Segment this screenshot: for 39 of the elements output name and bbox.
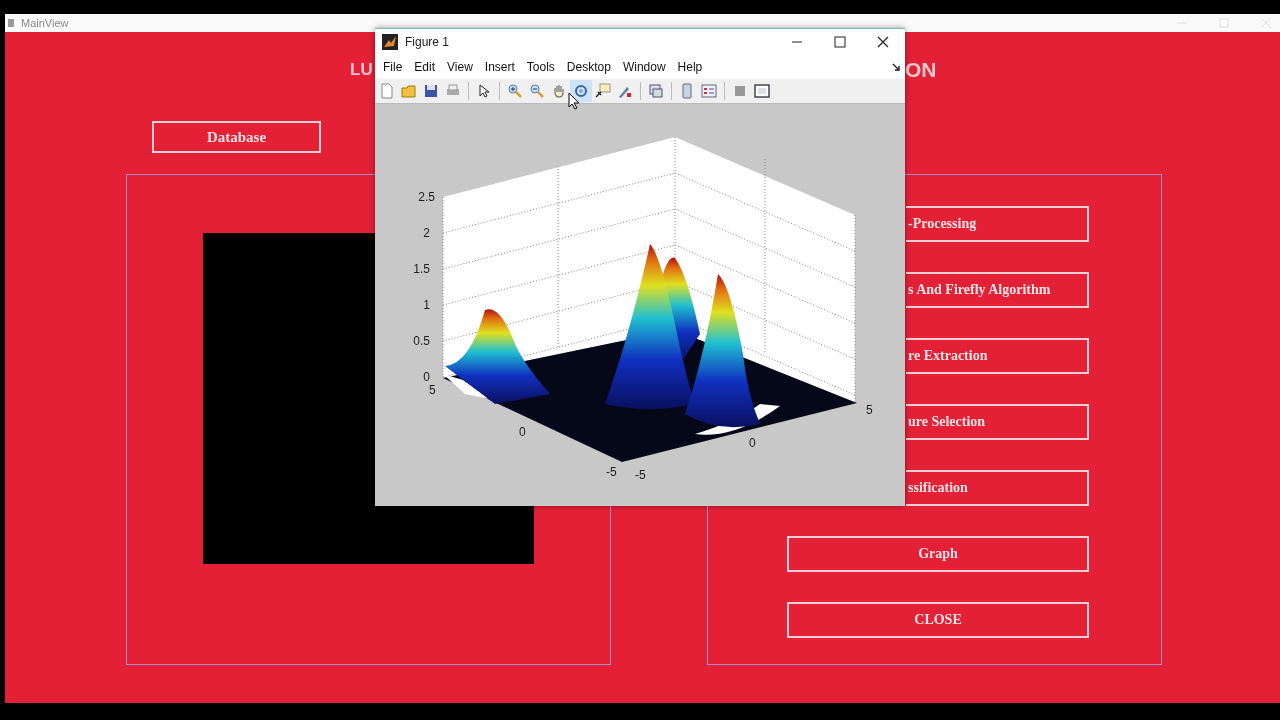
database-button[interactable]: Database [152, 121, 321, 153]
menu-item[interactable]: Window [616, 60, 672, 74]
axis-tick-label: 1 [423, 298, 430, 312]
axis-tick-label: 1.5 [413, 262, 430, 276]
app-title: ON [905, 58, 937, 82]
app-icon [382, 34, 398, 50]
axis-tick-label: 0 [749, 436, 756, 450]
axis-tick-label: 5 [866, 403, 873, 417]
axis-tick-label: 2.5 [418, 190, 435, 204]
axis-tick-label: 5 [429, 383, 436, 397]
menu-item[interactable]: Help [671, 60, 709, 74]
menu-item[interactable]: Edit [408, 60, 442, 74]
mouse-cursor-icon [568, 92, 580, 110]
axis-tick-label: 0 [423, 370, 430, 384]
menu-item[interactable]: Desktop [560, 60, 617, 74]
action-button[interactable]: ssification [906, 470, 1089, 506]
app-title: LU [350, 59, 373, 81]
axis-tick-label: -5 [635, 468, 646, 482]
action-button[interactable]: ure Selection [906, 404, 1089, 440]
axis-tick-label: 0.5 [413, 334, 430, 348]
rotate-icon[interactable] [570, 80, 592, 102]
menu-item[interactable]: Tools [520, 60, 561, 74]
menu-item[interactable]: View [441, 60, 479, 74]
axis-tick-label: 0 [519, 425, 526, 439]
window-title: MainView [21, 17, 69, 29]
maximize-icon[interactable] [834, 36, 846, 48]
action-button[interactable]: s And Firefly Algorithm [906, 272, 1089, 308]
dock-arrow-icon[interactable] [892, 62, 901, 72]
menu-item[interactable]: File [377, 60, 409, 74]
action-button[interactable]: CLOSE [787, 602, 1089, 638]
action-button[interactable]: -Processing [906, 206, 1089, 242]
window-title: Figure 1 [405, 35, 450, 49]
action-button[interactable]: Graph [787, 536, 1089, 572]
menu-item[interactable]: Insert [478, 60, 521, 74]
axis-tick-label: 2 [423, 226, 430, 240]
app-icon [7, 18, 15, 28]
axis-tick-label: -5 [606, 465, 617, 479]
close-icon[interactable] [877, 36, 889, 48]
action-button[interactable]: re Extraction [906, 338, 1089, 374]
